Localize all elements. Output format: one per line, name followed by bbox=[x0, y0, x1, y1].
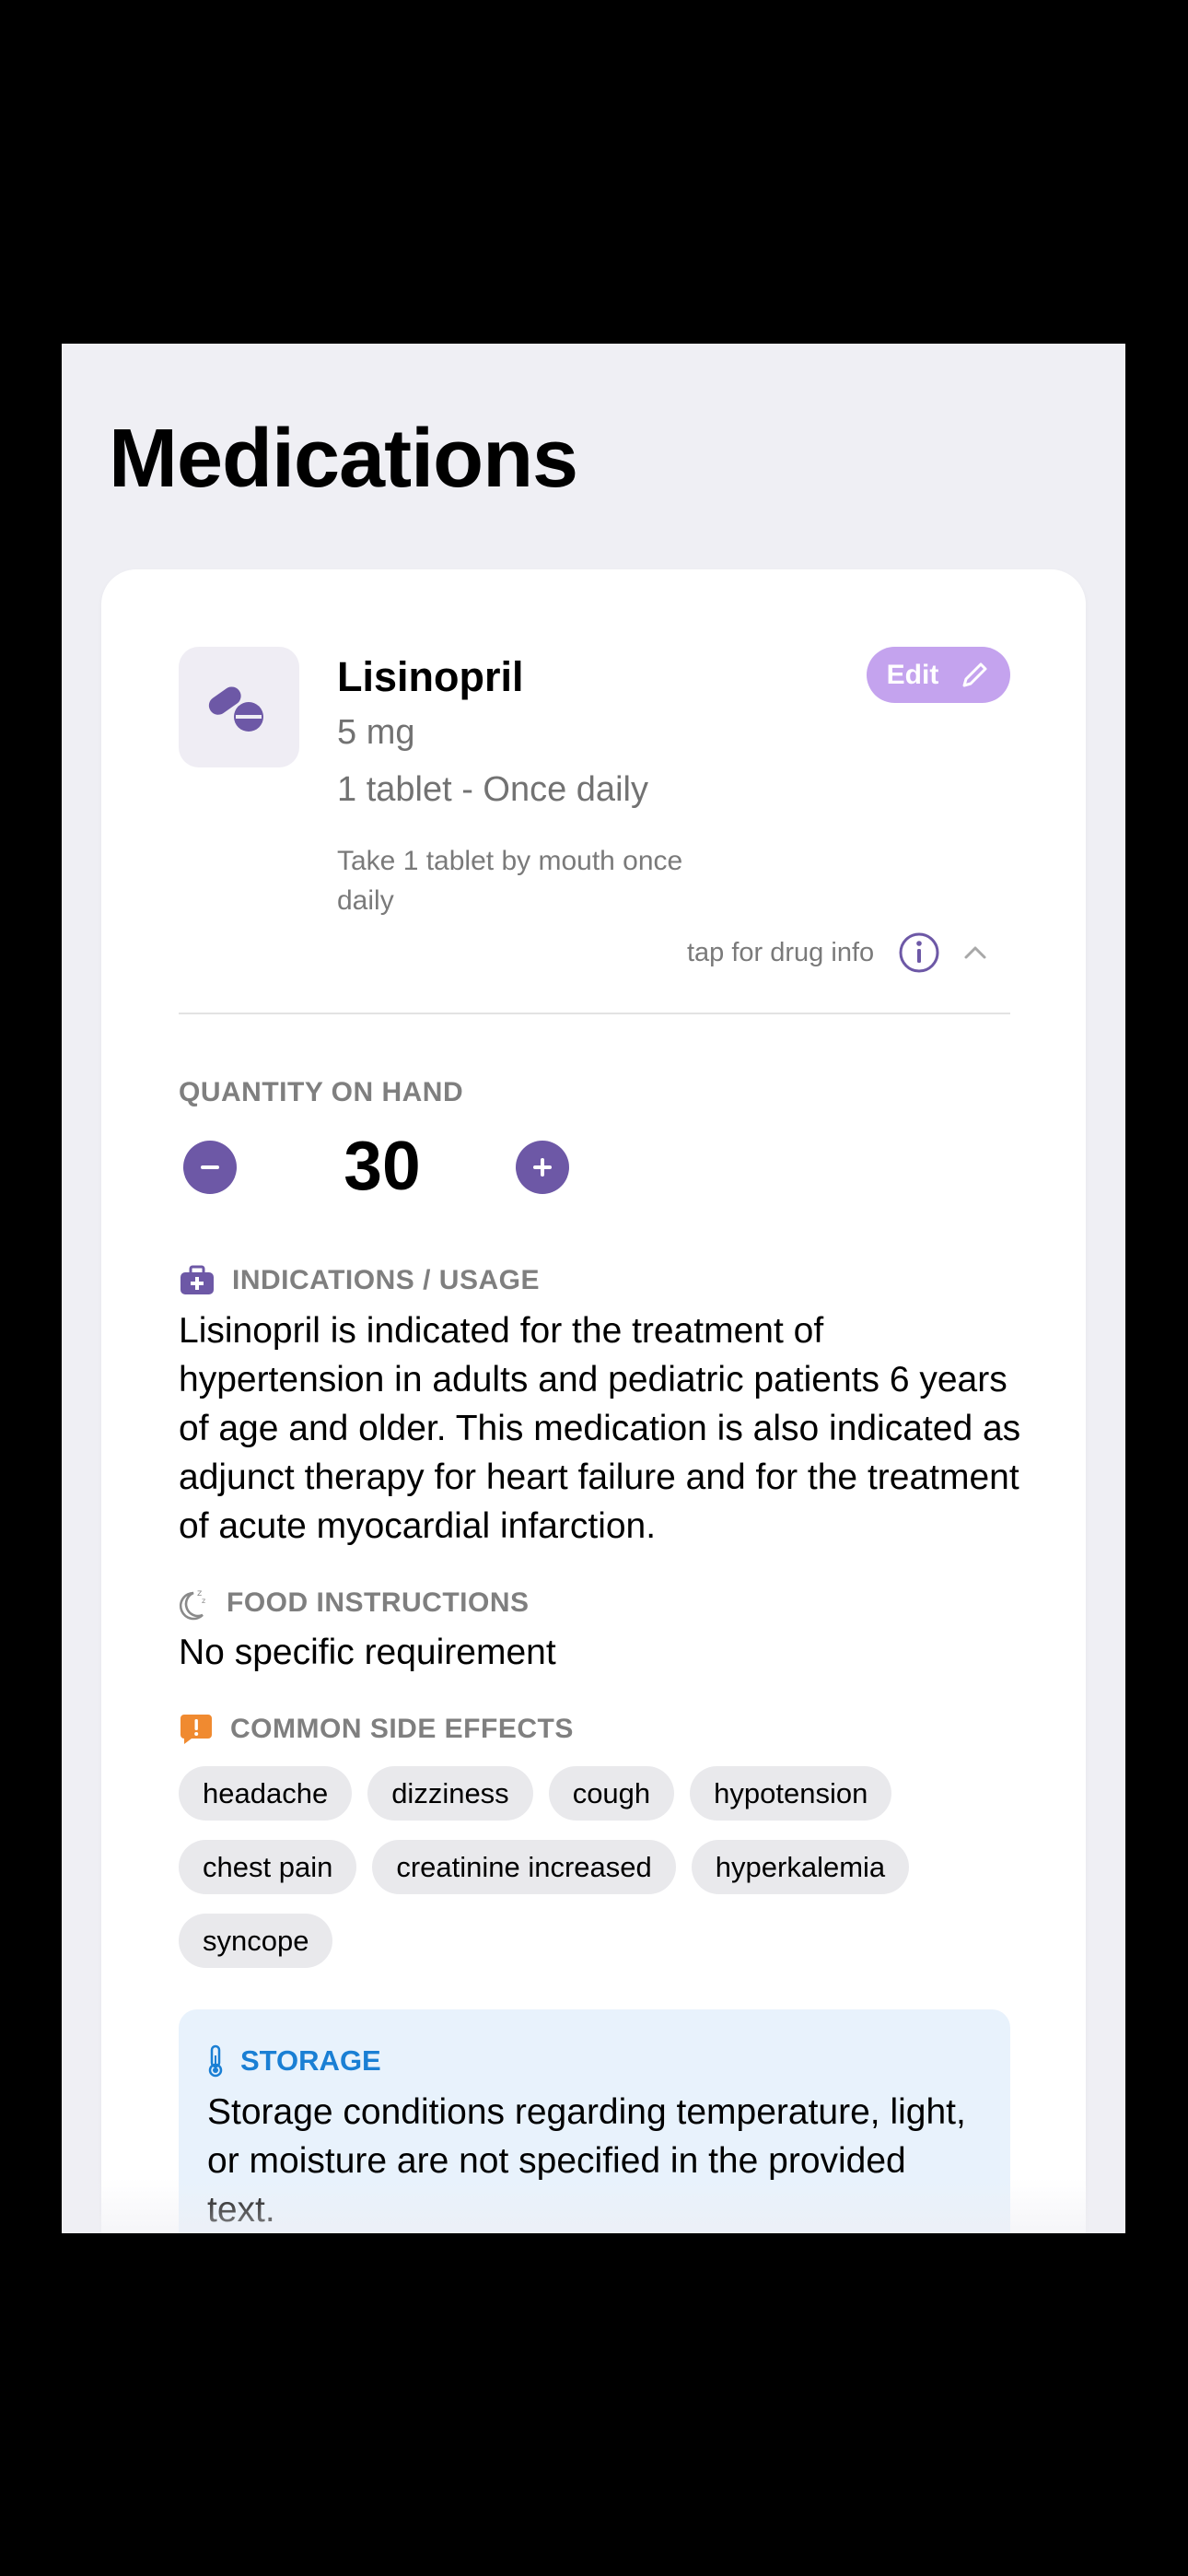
plus-icon bbox=[533, 1158, 552, 1177]
side-effect-chip: hyperkalemia bbox=[691, 1840, 910, 1894]
pills-icon bbox=[208, 685, 263, 732]
decrease-quantity-button[interactable] bbox=[183, 1141, 237, 1194]
quantity-value: 30 bbox=[344, 1127, 421, 1204]
medication-frequency: 1 tablet - Once daily bbox=[337, 770, 648, 809]
side-effect-chip: hypotension bbox=[690, 1766, 892, 1821]
side-effect-chip: dizziness bbox=[367, 1766, 533, 1821]
side-effects-list: headache dizziness cough hypotension che… bbox=[179, 1766, 1026, 1987]
drug-info-toggle[interactable]: tap for drug info bbox=[687, 931, 994, 974]
medication-card[interactable]: Lisinopril 5 mg 1 tablet - Once daily Ta… bbox=[101, 569, 1086, 2233]
app-screen: Medications Lisinopril 5 mg 1 tablet - O… bbox=[62, 344, 1125, 2233]
indications-header: INDICATIONS / USAGE bbox=[179, 1265, 540, 1296]
alert-bubble-icon bbox=[181, 1715, 212, 1744]
side-effect-chip: syncope bbox=[179, 1914, 333, 1968]
page-title: Medications bbox=[109, 413, 578, 505]
divider bbox=[179, 1013, 1010, 1014]
drug-info-label: tap for drug info bbox=[687, 937, 875, 967]
edit-button-label: Edit bbox=[886, 659, 939, 690]
increase-quantity-button[interactable] bbox=[516, 1141, 569, 1194]
bottom-fade bbox=[62, 2178, 1125, 2233]
edit-button[interactable]: Edit bbox=[867, 647, 1010, 703]
side-effects-header: COMMON SIDE EFFECTS bbox=[179, 1713, 574, 1746]
food-instructions-header: z z FOOD INSTRUCTIONS bbox=[179, 1586, 530, 1621]
indications-text: Lisinopril is indicated for the treatmen… bbox=[179, 1311, 1021, 1546]
pencil-icon bbox=[962, 662, 987, 686]
indications-label: INDICATIONS / USAGE bbox=[232, 1265, 540, 1295]
pill-icon-box bbox=[179, 647, 299, 767]
medical-kit-icon bbox=[181, 1265, 214, 1294]
food-instructions-label: FOOD INSTRUCTIONS bbox=[227, 1587, 530, 1618]
side-effect-chip: headache bbox=[179, 1766, 353, 1821]
medication-dose: 5 mg bbox=[337, 713, 415, 752]
side-effect-chip: creatinine increased bbox=[372, 1840, 676, 1894]
food-instructions-text: No specific requirement bbox=[179, 1633, 556, 1672]
chevron-up-icon[interactable] bbox=[957, 939, 994, 966]
medication-instructions: Take 1 tablet by mouth once daily bbox=[337, 846, 683, 916]
thermometer-icon bbox=[208, 2044, 223, 2078]
moon-zzz-icon: z z bbox=[179, 1588, 205, 1621]
side-effect-chip: chest pain bbox=[179, 1840, 357, 1894]
storage-header: STORAGE bbox=[205, 2044, 381, 2078]
minus-icon bbox=[201, 1165, 219, 1169]
side-effects-label: COMMON SIDE EFFECTS bbox=[230, 1714, 574, 1744]
medication-name: Lisinopril bbox=[337, 653, 524, 700]
svg-text:z: z bbox=[202, 1597, 205, 1605]
storage-label: STORAGE bbox=[240, 2044, 381, 2077]
info-circle-icon[interactable] bbox=[898, 931, 940, 974]
side-effect-chip: cough bbox=[548, 1766, 675, 1821]
quantity-label: QUANTITY ON HAND bbox=[179, 1077, 464, 1107]
